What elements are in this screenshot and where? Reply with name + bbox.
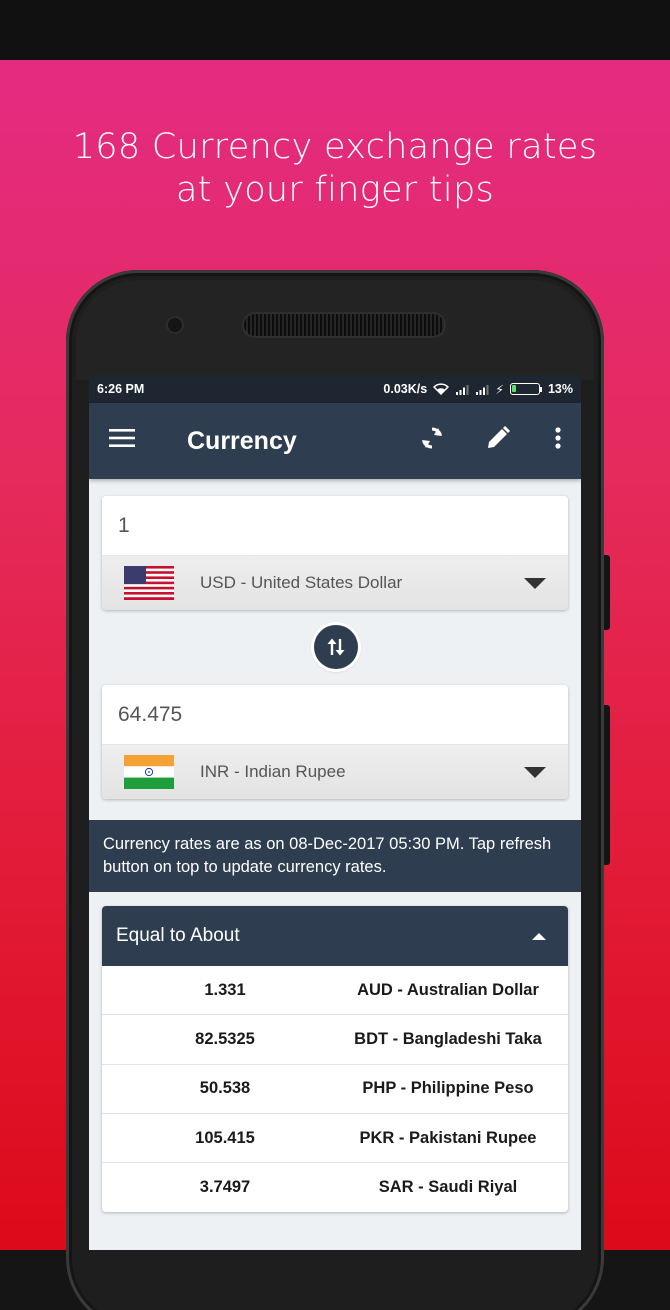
from-currency-label: USD - United States Dollar bbox=[200, 573, 403, 592]
us-flag-icon bbox=[124, 566, 174, 600]
volume-button bbox=[604, 555, 610, 630]
from-amount-input[interactable]: 1 bbox=[102, 496, 568, 556]
rate-row: 50.538 PHP - Philippine Peso bbox=[102, 1065, 568, 1114]
chevron-up-icon bbox=[532, 932, 546, 940]
rate-row: 82.5325 BDT - Bangladeshi Taka bbox=[102, 1015, 568, 1065]
to-currency-select[interactable]: INR - Indian Rupee bbox=[102, 745, 568, 799]
equal-to-about-title: Equal to About bbox=[116, 925, 240, 946]
speaker-grille bbox=[244, 314, 444, 336]
edit-icon[interactable] bbox=[465, 425, 531, 458]
rate-value: 1.331 bbox=[204, 980, 246, 999]
from-currency-select[interactable]: USD - United States Dollar bbox=[102, 556, 568, 610]
rate-currency: BDT - Bangladeshi Taka bbox=[354, 1029, 542, 1048]
to-currency-card: 64.475 INR - Indian Rupee bbox=[102, 685, 568, 799]
rate-currency: PKR - Pakistani Rupee bbox=[359, 1128, 537, 1147]
chevron-down-icon bbox=[524, 766, 546, 778]
signal-icon-2 bbox=[476, 384, 489, 395]
to-currency-label: INR - Indian Rupee bbox=[200, 762, 346, 781]
battery-icon bbox=[509, 383, 542, 395]
more-vert-icon[interactable] bbox=[531, 426, 561, 456]
rate-currency: AUD - Australian Dollar bbox=[357, 980, 539, 999]
to-amount-field[interactable]: 64.475 bbox=[102, 685, 568, 745]
swap-icon bbox=[327, 638, 345, 656]
rates-notice: Currency rates are as on 08-Dec-2017 05:… bbox=[89, 820, 581, 892]
rate-value: 3.7497 bbox=[199, 1178, 251, 1197]
promo-headline: 168 Currency exchange rates at your fing… bbox=[0, 126, 670, 212]
battery-percent: 13% bbox=[547, 382, 573, 396]
equal-to-about-card: Equal to About 1.331 AUD - Australian Do… bbox=[102, 906, 568, 1213]
phone-screen: 6:26 PM 0.03K/s ⚡ 13% Currency 1 USD - U… bbox=[89, 375, 581, 1250]
status-time: 6:26 PM bbox=[97, 382, 145, 396]
menu-icon[interactable] bbox=[109, 427, 149, 455]
app-bar: Currency bbox=[89, 403, 581, 479]
rate-value: 105.415 bbox=[195, 1128, 255, 1147]
charging-icon: ⚡ bbox=[495, 382, 504, 397]
status-indicators: 0.03K/s ⚡ 13% bbox=[383, 382, 573, 397]
status-bar: 6:26 PM 0.03K/s ⚡ 13% bbox=[89, 375, 581, 403]
rate-row: 105.415 PKR - Pakistani Rupee bbox=[102, 1114, 568, 1164]
rate-currency: PHP - Philippine Peso bbox=[362, 1079, 534, 1098]
camera-icon bbox=[168, 318, 182, 332]
phone-bezel bbox=[76, 280, 594, 380]
headline-line-1: 168 Currency exchange rates bbox=[72, 127, 598, 167]
power-button bbox=[604, 705, 610, 865]
top-black-band bbox=[0, 0, 670, 60]
rate-value: 50.538 bbox=[199, 1079, 251, 1098]
swap-button[interactable] bbox=[314, 625, 358, 669]
wifi-icon bbox=[433, 383, 450, 395]
net-speed: 0.03K/s bbox=[383, 382, 428, 396]
signal-icon bbox=[456, 384, 469, 395]
rate-row: 1.331 AUD - Australian Dollar bbox=[102, 966, 568, 1016]
rate-currency: SAR - Saudi Riyal bbox=[378, 1178, 518, 1197]
app-title: Currency bbox=[187, 426, 297, 455]
rate-row: 3.7497 SAR - Saudi Riyal bbox=[102, 1163, 568, 1212]
rate-value: 82.5325 bbox=[195, 1029, 255, 1048]
chevron-down-icon bbox=[524, 577, 546, 589]
refresh-icon[interactable] bbox=[399, 425, 465, 458]
from-currency-card: 1 USD - United States Dollar bbox=[102, 496, 568, 610]
india-flag-icon bbox=[124, 755, 174, 789]
headline-line-2: at your finger tips bbox=[176, 170, 494, 210]
equal-to-about-header[interactable]: Equal to About bbox=[102, 906, 568, 966]
